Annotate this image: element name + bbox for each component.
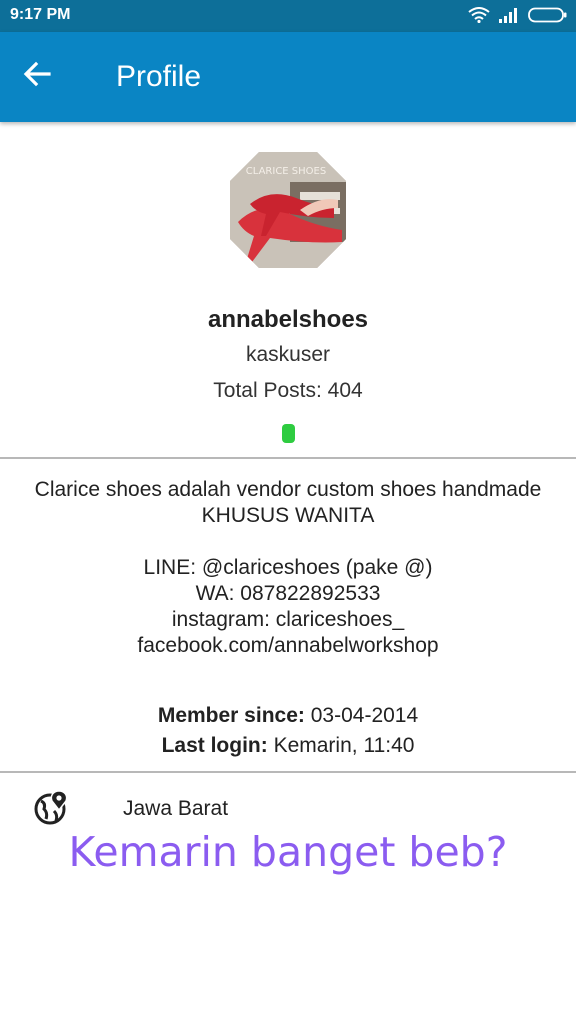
total-posts: Total Posts: 404 bbox=[213, 379, 363, 402]
bio-line: Clarice shoes adalah vendor custom shoes… bbox=[34, 478, 542, 501]
member-since-label: Member since: bbox=[157, 704, 305, 727]
status-icons bbox=[468, 7, 568, 23]
profile-bio: Clarice shoes adalah vendor custom shoes… bbox=[0, 477, 576, 659]
avatar-logo-text: CLARICE SHOES bbox=[246, 166, 326, 177]
avatar[interactable]: CLARICE SHOES bbox=[230, 152, 346, 268]
overlay-caption: Kemarin banget beb? bbox=[68, 828, 508, 876]
username: annabelshoes bbox=[207, 306, 369, 333]
globe-location-icon bbox=[34, 789, 70, 830]
last-login-label: Last login: bbox=[161, 734, 268, 757]
location-text: Jawa Barat bbox=[123, 797, 229, 820]
divider bbox=[0, 771, 576, 773]
page-title: Profile bbox=[116, 60, 202, 93]
user-title: kaskuser bbox=[245, 343, 331, 366]
status-time: 9:17 PM bbox=[10, 6, 71, 23]
app-bar: Profile bbox=[0, 32, 576, 122]
status-bar: 9:17 PM bbox=[0, 0, 576, 32]
wifi-icon bbox=[468, 7, 490, 23]
bio-line: KHUSUS WANITA bbox=[201, 504, 375, 527]
last-login: Last login: Kemarin, 11:40 bbox=[0, 731, 576, 761]
bio-line: facebook.com/annabelworkshop bbox=[137, 634, 439, 657]
member-since: Member since: 03-04-2014 bbox=[0, 701, 576, 731]
arrow-back-icon bbox=[23, 61, 51, 87]
bio-line: LINE: @clariceshoes (pake @) bbox=[143, 556, 433, 579]
online-status-indicator bbox=[282, 424, 295, 443]
battery-icon bbox=[528, 7, 567, 23]
last-login-value: Kemarin, 11:40 bbox=[273, 734, 415, 757]
bio-line: WA: 087822892533 bbox=[195, 582, 381, 605]
member-since-value: 03-04-2014 bbox=[310, 704, 419, 727]
bio-line bbox=[0, 529, 576, 555]
signal-icon bbox=[499, 8, 517, 23]
membership-info: Member since: 03-04-2014 Last login: Kem… bbox=[0, 701, 576, 761]
back-button[interactable] bbox=[22, 59, 70, 95]
divider bbox=[0, 457, 576, 459]
avatar-shoes-image: CLARICE SHOES bbox=[230, 152, 346, 268]
bio-line: instagram: clariceshoes_ bbox=[171, 608, 405, 631]
